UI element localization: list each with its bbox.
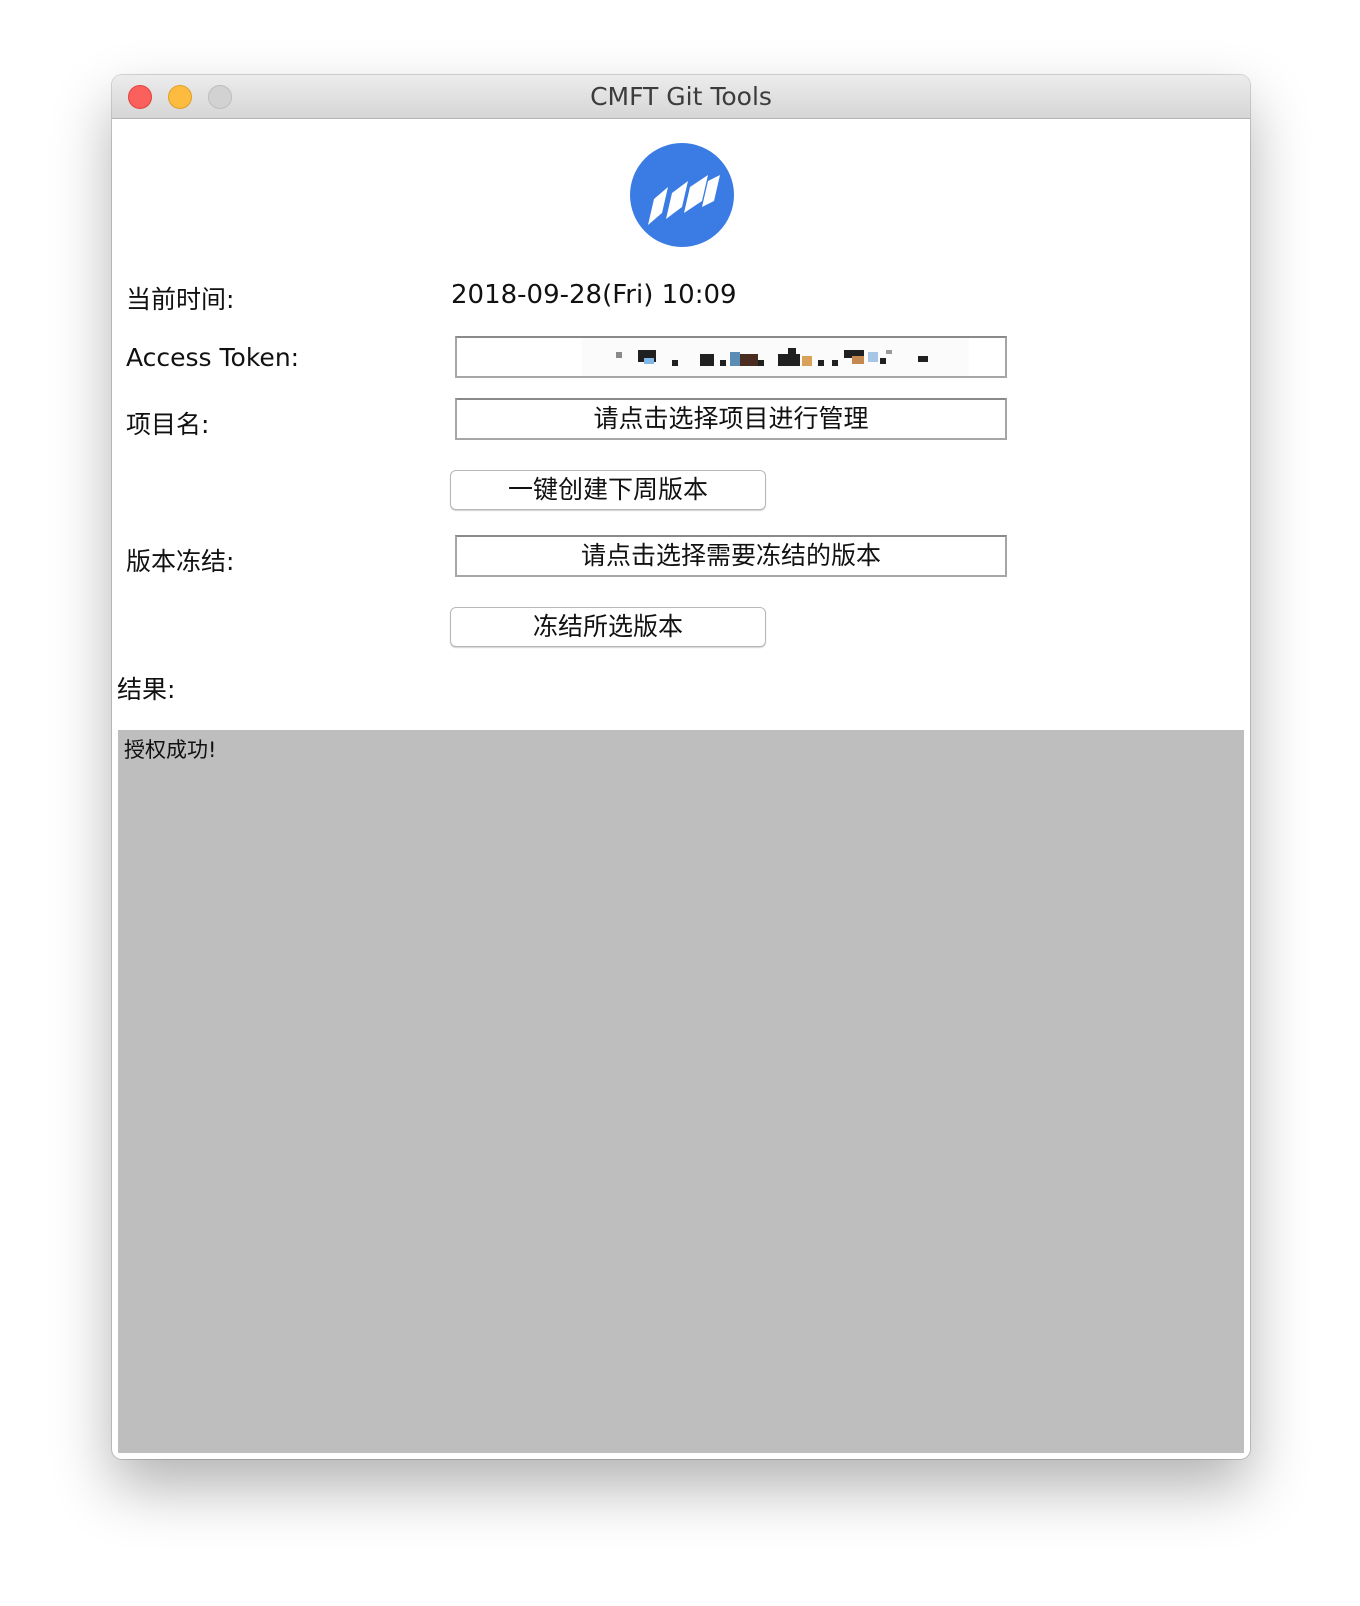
- title-bar[interactable]: CMFT Git Tools: [112, 75, 1250, 119]
- version-freeze-label: 版本冻结:: [126, 547, 235, 576]
- redacted-token-value: [582, 338, 969, 376]
- project-select[interactable]: 请点击选择项目进行管理: [455, 398, 1007, 440]
- window-title: CMFT Git Tools: [590, 82, 772, 111]
- freeze-version-select[interactable]: 请点击选择需要冻结的版本: [455, 535, 1007, 577]
- current-time-value: 2018-09-28(Fri) 10:09: [451, 280, 737, 310]
- project-name-label: 项目名:: [126, 410, 210, 439]
- result-output-area[interactable]: 授权成功!: [118, 730, 1244, 1453]
- cmft-logo-icon: [630, 143, 734, 247]
- freeze-selected-version-button[interactable]: 冻结所选版本: [450, 607, 766, 647]
- app-window: CMFT Git Tools 当前时间: 2018-09-28(Fri) 10:…: [112, 75, 1250, 1459]
- result-text: 授权成功!: [124, 738, 217, 762]
- access-token-label: Access Token:: [126, 343, 300, 372]
- access-token-input[interactable]: [455, 336, 1007, 378]
- current-time-label: 当前时间:: [126, 285, 235, 314]
- create-next-week-version-button[interactable]: 一键创建下周版本: [450, 470, 766, 510]
- result-label: 结果:: [117, 675, 176, 704]
